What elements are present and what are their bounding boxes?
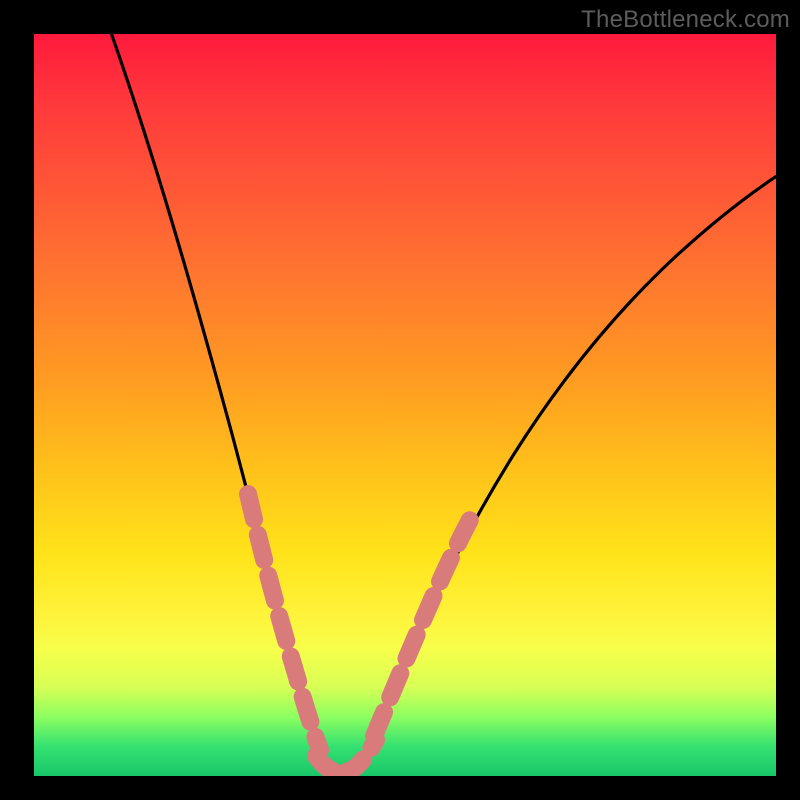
curve-svg	[34, 34, 776, 776]
watermark-text: TheBottleneck.com	[581, 6, 790, 34]
highlight-trough	[316, 740, 376, 772]
highlight-right	[374, 516, 472, 736]
plot-area	[34, 34, 776, 776]
chart-frame: TheBottleneck.com	[0, 0, 800, 800]
highlight-left	[248, 494, 320, 750]
bottleneck-curve	[108, 34, 776, 774]
